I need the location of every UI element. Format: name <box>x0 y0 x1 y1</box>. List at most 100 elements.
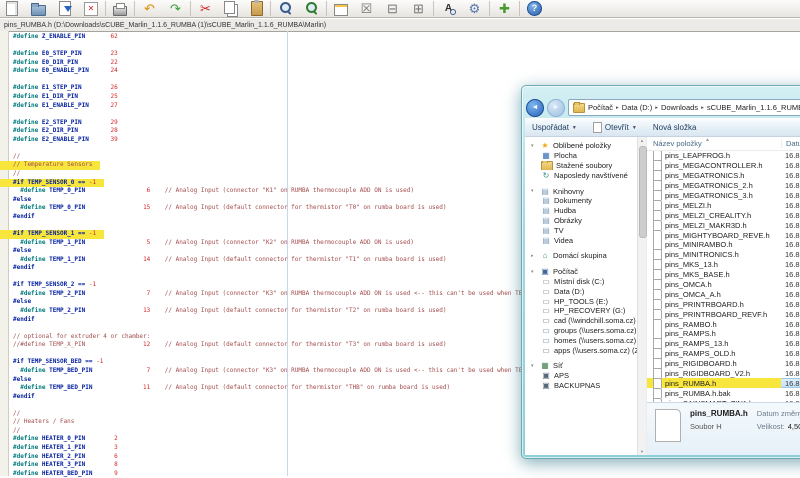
new-file-icon[interactable] <box>6 1 18 16</box>
nav-item-hudba[interactable]: ▤Hudba <box>531 206 637 216</box>
file-row[interactable]: pins_MINIRAMBO.h16.8.2018 13:57 <box>647 240 800 250</box>
file-row[interactable]: pins_LEAPFROG.h16.8.2018 13:57 <box>647 151 800 161</box>
print-icon[interactable] <box>113 6 127 16</box>
file-row[interactable]: pins_OMCA_A.h16.8.2018 13:57 <box>647 289 800 299</box>
file-row[interactable]: pins_MELZI_CREALITY.h16.8.2018 13:57 <box>647 210 800 220</box>
editor-tab[interactable]: pins_RUMBA.h (D:\Downloads\sCUBE_Marlin_… <box>0 18 800 32</box>
close-file-icon[interactable] <box>84 2 98 16</box>
file-row[interactable]: pins_MELZI.h16.8.2018 13:57 <box>647 200 800 210</box>
new-window-icon[interactable] <box>334 4 348 16</box>
nav-section-dom-c-skupina[interactable]: ▸⌂Domácí skupina <box>531 251 637 261</box>
file-row[interactable]: pins_RAMPS.h16.8.2018 13:57 <box>647 329 800 339</box>
file-row[interactable]: pins_RAMBO.h16.8.2018 13:57 <box>647 319 800 329</box>
nav-section-obl-ben-polo-ky[interactable]: ▾★Oblíbené položky <box>531 141 637 151</box>
file-row[interactable]: pins_RAMPS_OLD.h16.8.2018 13:57 <box>647 349 800 359</box>
file-row[interactable]: pins_RIGIDBOARD_V2.h16.8.2018 13:57 <box>647 369 800 379</box>
plugins-icon[interactable]: ✚ <box>497 1 512 16</box>
homegroup-icon: ⌂ <box>540 251 550 260</box>
breadcrumb-item[interactable]: Počítač <box>588 103 613 112</box>
tile-windows-icon[interactable]: ⊞ <box>411 1 426 16</box>
nav-item-videa[interactable]: ▤Videa <box>531 235 637 245</box>
nav-item-sta-en-soubory[interactable]: Stažené soubory <box>531 161 637 171</box>
close-window-icon[interactable]: ☒ <box>359 1 374 16</box>
file-date: 16.8.2018 13:57 <box>781 161 800 170</box>
tree-expanded-icon[interactable]: ▾ <box>531 143 537 149</box>
nav-item-hp-recovery-g-[interactable]: ▭HP_RECOVERY (G:) <box>531 306 637 316</box>
file-row[interactable]: pins_MIGHTYBOARD_REVE.h16.8.2018 13:57 <box>647 230 800 240</box>
open-folder-icon[interactable] <box>31 5 46 16</box>
file-row[interactable]: pins_OMCA.h16.8.2018 13:57 <box>647 280 800 290</box>
cut-icon[interactable]: ✂ <box>198 1 213 16</box>
forward-button[interactable]: ► <box>547 99 565 117</box>
breadcrumb-item[interactable]: Downloads <box>661 103 698 112</box>
nav-section-po-ta-[interactable]: ▾▣Počítač <box>531 267 637 277</box>
file-row[interactable]: pins_RAMPS_13.h16.8.2018 13:57 <box>647 339 800 349</box>
command-uspo-dat[interactable]: Uspořádat▼ <box>532 123 577 132</box>
back-button[interactable]: ◄ <box>526 99 544 117</box>
paste-icon[interactable] <box>251 1 263 16</box>
address-bar[interactable]: Počítač▸Data (D:)▸Downloads▸sCUBE_Marlin… <box>568 99 800 116</box>
code-line: #endif <box>13 264 35 273</box>
redo-icon[interactable]: ↷ <box>168 1 183 16</box>
find-icon[interactable] <box>278 1 293 16</box>
copy-icon[interactable] <box>224 1 235 14</box>
column-header-date[interactable]: Datum změny <box>782 139 800 148</box>
explorer-titlebar[interactable] <box>525 86 800 97</box>
nav-item-hp-tools-e-[interactable]: ▭HP_TOOLS (E:) <box>531 296 637 306</box>
font-zoom-icon[interactable] <box>441 1 456 16</box>
desktop-icon: ▦ <box>541 151 551 160</box>
scroll-thumb[interactable] <box>639 146 647 238</box>
nav-item-naposledy-nav-t-ven-[interactable]: ↻Naposledy navštívené <box>531 170 637 180</box>
tree-expanded-icon[interactable]: ▾ <box>531 188 537 194</box>
help-icon[interactable] <box>527 1 542 16</box>
undo-icon[interactable]: ↶ <box>142 1 157 16</box>
breadcrumb-item[interactable]: sCUBE_Marlin_1.1.6_RUMBA (1) <box>707 103 800 112</box>
column-header-name[interactable]: Název položky ▲ <box>647 139 782 148</box>
nav-scrollbar[interactable]: ▲ ▼ <box>637 137 646 455</box>
file-row[interactable]: pins_MEGATRONICS_3.h16.8.2018 13:57 <box>647 191 800 201</box>
nav-item-m-stn-disk-c-[interactable]: ▭Místní disk (C:) <box>531 277 637 287</box>
file-row[interactable]: pins_MKS_13.h16.8.2018 13:57 <box>647 260 800 270</box>
file-row[interactable]: pins_RIGIDBOARD.h16.8.2018 13:57 <box>647 359 800 369</box>
file-row[interactable]: pins_MKS_BASE.h16.8.2018 13:57 <box>647 270 800 280</box>
cascade-windows-icon[interactable]: ⊟ <box>385 1 400 16</box>
file-row[interactable]: pins_MINITRONICS.h16.8.2018 13:57 <box>647 250 800 260</box>
nav-item-homes-users-soma-cz-[interactable]: ▭homes (\\users.soma.cz) <box>531 335 637 345</box>
nav-item-cad-windchill-soma-cz-[interactable]: ▭cad (\\windchill.soma.cz) <box>531 316 637 326</box>
file-row[interactable]: pins_MEGACONTROLLER.h16.8.2018 13:57 <box>647 161 800 171</box>
scroll-down-icon[interactable]: ▼ <box>638 449 646 454</box>
find-in-files-icon[interactable] <box>304 1 319 16</box>
nav-section-knihovny[interactable]: ▾▤Knihovny <box>531 186 637 196</box>
nav-item-plocha[interactable]: ▦Plocha <box>531 151 637 161</box>
scroll-up-icon[interactable]: ▲ <box>638 138 646 143</box>
file-row[interactable]: pins_MEGATRONICS.h16.8.2018 13:57 <box>647 171 800 181</box>
tree-collapsed-icon[interactable]: ▸ <box>531 253 537 259</box>
nav-item-aps[interactable]: ▣APS <box>531 371 637 381</box>
nav-item-obr-zky[interactable]: ▤Obrázky <box>531 216 637 226</box>
file-icon <box>653 181 662 191</box>
nav-section-s-[interactable]: ▾▦Síť <box>531 361 637 371</box>
nav-item-data-d-[interactable]: ▭Data (D:) <box>531 286 637 296</box>
nav-item-apps-users-soma-cz-z[interactable]: ▭apps (\\users.soma.cz) (Z <box>531 345 637 355</box>
tree-expanded-icon[interactable]: ▾ <box>531 363 537 369</box>
command-otev-t[interactable]: Otevřít▼ <box>593 122 637 133</box>
nav-item-backupnas[interactable]: ▣BACKUPNAS <box>531 381 637 391</box>
computer-icon: ▣ <box>540 267 550 276</box>
code-line: #define Z_ENABLE_PIN 62 <box>13 33 118 42</box>
save-file-icon[interactable] <box>59 1 71 16</box>
file-row[interactable]: pins_RUMBA.h16.8.2018 13:57 <box>647 378 800 388</box>
nav-item-tv[interactable]: ▤TV <box>531 225 637 235</box>
breadcrumb-item[interactable]: Data (D:) <box>622 103 652 112</box>
code-line: // <box>13 427 20 436</box>
nav-item-groups-users-soma-cz-[interactable]: ▭groups (\\users.soma.cz) <box>531 326 637 336</box>
file-row[interactable]: pins_MELZI_MAKR3D.h16.8.2018 13:57 <box>647 220 800 230</box>
command-nov-slo-ka[interactable]: Nová složka <box>653 123 697 132</box>
details-file-name: pins_RUMBA.h <box>690 409 748 418</box>
nav-item-dokumenty[interactable]: ▤Dokumenty <box>531 196 637 206</box>
settings-icon[interactable]: ⚙ <box>467 1 482 16</box>
file-row[interactable]: pins_RUMBA.h.bak16.8.2018 13:57 <box>647 388 800 398</box>
file-row[interactable]: pins_PRINTRBOARD_REVF.h16.8.2018 13:57 <box>647 309 800 319</box>
file-row[interactable]: pins_MEGATRONICS_2.h16.8.2018 13:57 <box>647 181 800 191</box>
file-row[interactable]: pins_PRINTRBOARD.h16.8.2018 13:57 <box>647 299 800 309</box>
tree-expanded-icon[interactable]: ▾ <box>531 269 537 275</box>
